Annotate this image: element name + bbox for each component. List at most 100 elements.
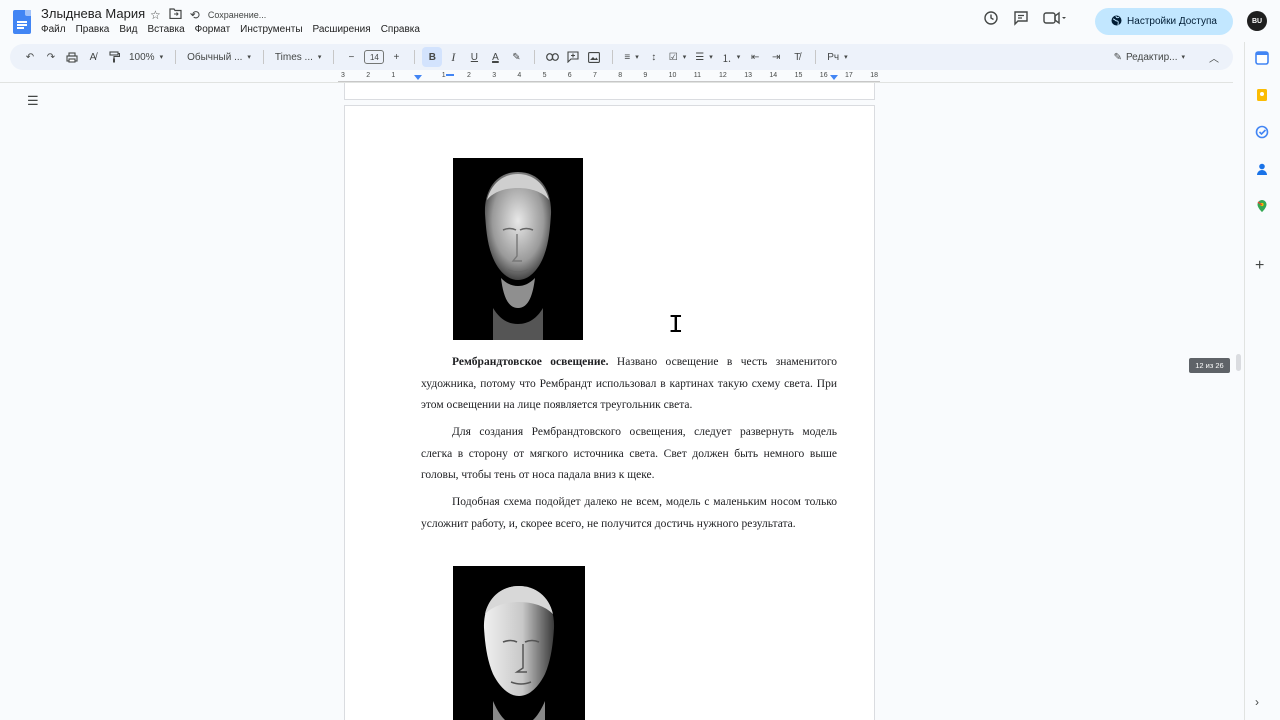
underline-button[interactable]: U xyxy=(464,47,484,67)
menu-bar: Файл Правка Вид Вставка Формат Инструмен… xyxy=(41,24,420,35)
undo-icon[interactable]: ↶ xyxy=(20,47,40,67)
font-family-select[interactable]: Times ... xyxy=(271,47,325,67)
bust-image-rembrandt[interactable] xyxy=(453,566,585,720)
scrollbar-thumb[interactable] xyxy=(1236,354,1241,371)
numbered-list-icon[interactable]: ⒈ xyxy=(718,47,745,67)
tasks-icon[interactable] xyxy=(1255,125,1269,139)
clear-formatting-icon[interactable]: T̸ xyxy=(787,47,807,67)
version-history-icon[interactable] xyxy=(983,10,999,29)
ruler-tick-label: 1 xyxy=(391,72,396,79)
align-icon[interactable]: ≡ xyxy=(620,47,642,67)
bold-button[interactable]: B xyxy=(422,47,443,67)
document-outline-icon[interactable]: ☰ xyxy=(27,93,39,109)
calendar-icon[interactable] xyxy=(1255,51,1269,65)
maps-icon[interactable] xyxy=(1255,199,1269,213)
highlight-icon[interactable]: ✎ xyxy=(506,47,526,67)
paragraph-rembrandt-intro[interactable]: Рембрандтовское освещение. Названо освещ… xyxy=(421,352,837,417)
paragraph-style-select[interactable]: Обычный ... xyxy=(183,47,255,67)
italic-button[interactable]: I xyxy=(443,47,463,67)
side-panel xyxy=(1244,42,1280,720)
ruler-tick-label: 4 xyxy=(517,72,522,79)
ruler-tick-label: 12 xyxy=(719,72,727,79)
bulleted-list-icon[interactable]: ☰ xyxy=(691,47,716,67)
share-button-label: Настройки Доступа xyxy=(1127,16,1217,27)
avatar[interactable]: BU xyxy=(1247,11,1267,31)
insert-image-icon[interactable] xyxy=(584,47,604,67)
text-color-icon[interactable]: A xyxy=(485,47,505,67)
ruler-tick-label: 13 xyxy=(744,72,752,79)
font-size-input[interactable]: 14 xyxy=(364,50,385,64)
ruler-tick-label: 2 xyxy=(366,72,371,79)
globe-icon xyxy=(1111,15,1122,29)
left-indent-marker[interactable] xyxy=(414,75,422,80)
ruler-tick-label: 2 xyxy=(467,72,471,79)
checklist-icon[interactable]: ☑ xyxy=(665,47,690,67)
contacts-icon[interactable] xyxy=(1255,162,1269,176)
first-line-indent-marker[interactable] xyxy=(446,74,454,76)
ruler-tick-label: 18 xyxy=(870,72,878,79)
toolbar-divider xyxy=(534,50,536,64)
ruler-tick-label: 5 xyxy=(542,72,547,79)
ruler-tick-label: 10 xyxy=(668,72,677,79)
right-indent-marker[interactable] xyxy=(830,75,838,80)
menu-file[interactable]: Файл xyxy=(41,24,66,35)
pencil-icon: ✎ xyxy=(1113,51,1122,63)
title-actions: ☆ ⟲ Сохранение... xyxy=(150,8,266,22)
zoom-select[interactable]: 100% xyxy=(125,47,167,67)
menu-format[interactable]: Формат xyxy=(195,24,231,35)
document-title[interactable]: Злыднева Мария xyxy=(41,6,145,21)
ruler-tick-label: 7 xyxy=(593,72,597,79)
chevron-down-icon: ▾ xyxy=(1181,54,1185,61)
editing-mode-select[interactable]: ✎ Редактир... ▾ xyxy=(1114,52,1185,63)
bust-image-frontal[interactable] xyxy=(453,158,583,340)
expand-panel-icon[interactable]: › xyxy=(1255,695,1269,709)
line-spacing-icon[interactable]: ↕ xyxy=(644,47,664,67)
menu-view[interactable]: Вид xyxy=(119,24,137,35)
keep-icon[interactable] xyxy=(1255,88,1269,102)
decrease-font-size-icon[interactable]: − xyxy=(341,47,361,67)
ruler-tick-label: 9 xyxy=(643,72,648,79)
formatting-toolbar: ↶ ↷ A̸ 100% Обычный ... Times ... − 14 +… xyxy=(10,44,1233,70)
menu-insert[interactable]: Вставка xyxy=(147,24,184,35)
editing-mode-label: Редактир... xyxy=(1125,51,1178,63)
meet-icon[interactable] xyxy=(1043,11,1067,28)
insert-link-icon[interactable] xyxy=(542,47,562,67)
increase-font-size-icon[interactable]: + xyxy=(386,47,406,67)
star-icon[interactable]: ☆ xyxy=(150,8,161,22)
decrease-indent-icon[interactable]: ⇤ xyxy=(745,47,765,67)
rembrandt-heading: Рембрандтовское освещение. xyxy=(452,356,609,368)
redo-icon[interactable]: ↷ xyxy=(41,47,61,67)
spellcheck-icon[interactable]: A̸ xyxy=(83,47,103,67)
toolbar-divider xyxy=(612,50,614,64)
ruler-tick-label: 11 xyxy=(693,72,702,79)
ruler-tick-label: 3 xyxy=(341,72,345,79)
share-button[interactable]: Настройки Доступа xyxy=(1095,8,1233,35)
toolbar-divider xyxy=(815,50,817,64)
toolbar-divider xyxy=(333,50,335,64)
menu-tools[interactable]: Инструменты xyxy=(240,24,302,35)
paint-format-icon[interactable] xyxy=(104,47,124,67)
ruler-tick-label: 16 xyxy=(819,72,828,79)
comments-icon[interactable] xyxy=(1013,10,1029,29)
toolbar-divider xyxy=(262,50,264,64)
text-cursor-icon: I xyxy=(668,310,684,340)
ruler-tick-label: 1 xyxy=(441,72,446,79)
menu-help[interactable]: Справка xyxy=(381,24,420,35)
add-comment-icon[interactable] xyxy=(563,47,583,67)
menu-extensions[interactable]: Расширения xyxy=(313,24,371,35)
add-addon-icon[interactable]: + xyxy=(1255,258,1269,274)
paragraph-rembrandt-note[interactable]: Подобная схема подойдет далеко не всем, … xyxy=(421,492,837,535)
increase-indent-icon[interactable]: ⇥ xyxy=(766,47,786,67)
document-page[interactable]: Рембрандтовское освещение. Названо освещ… xyxy=(344,105,875,720)
collapse-menus-icon[interactable]: ︿ xyxy=(1209,50,1219,65)
docs-logo-icon[interactable] xyxy=(13,10,31,34)
ruler-tick-label: 17 xyxy=(845,72,853,79)
header-actions xyxy=(983,10,1067,29)
input-tools-icon[interactable]: Рч xyxy=(823,47,851,67)
move-folder-icon[interactable] xyxy=(169,8,182,22)
menu-edit[interactable]: Правка xyxy=(76,24,110,35)
ruler-tick-label: 14 xyxy=(769,72,778,79)
print-icon[interactable] xyxy=(62,47,82,67)
toolbar-divider xyxy=(414,50,416,64)
paragraph-rembrandt-setup[interactable]: Для создания Рембрандтовского освещения,… xyxy=(421,422,837,487)
